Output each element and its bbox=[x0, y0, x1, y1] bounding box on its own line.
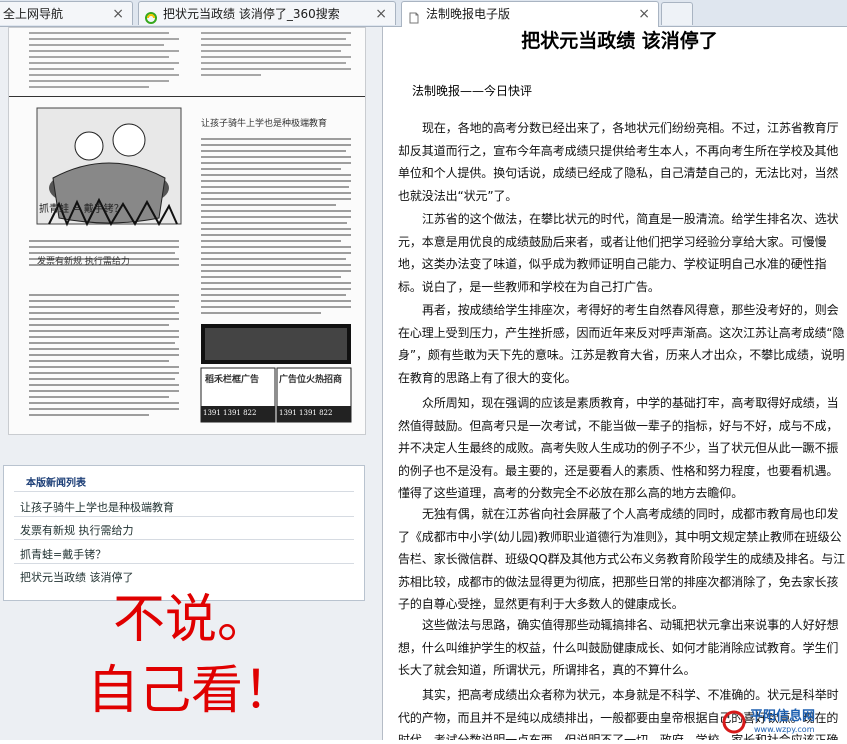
article-paragraph: 无独有偶，就在江苏省向社会屏蔽了个人高考成绩的同时，成都市教育局也印发了《成都市… bbox=[398, 507, 846, 611]
news-list-item[interactable]: 把状元当政绩 该消停了 bbox=[20, 569, 134, 585]
360-search-icon bbox=[145, 8, 157, 24]
overlay-text-line1: 不说。 bbox=[112, 590, 269, 650]
article-title: 把状元当政绩 该消停了 bbox=[521, 30, 718, 52]
divider bbox=[14, 516, 354, 517]
new-tab-button[interactable] bbox=[661, 2, 693, 25]
close-icon[interactable]: × bbox=[375, 2, 387, 25]
tab-navigation[interactable]: 全上网导航 × bbox=[0, 1, 133, 25]
tab-label: 全上网导航 bbox=[3, 7, 64, 21]
page-icon bbox=[408, 8, 420, 24]
watermark-url: www.wzpy.com bbox=[754, 725, 815, 734]
ad-phone-2: 1391 1391 822 bbox=[279, 409, 333, 417]
news-list-item[interactable]: 发票有新规 执行需给力 bbox=[20, 522, 134, 538]
news-list-item[interactable]: 抓青蛙=戴手铐？ bbox=[20, 546, 106, 562]
article-paragraph: 再者，按成绩给学生排座次，考得好的考生自然春风得意，那些没考好的，则会在心理上受… bbox=[398, 303, 845, 385]
tab-fazhi-wanbao[interactable]: 法制晚报电子版 × bbox=[401, 1, 659, 27]
watermark-text: 平阳信息网 bbox=[750, 708, 815, 724]
article-paragraph: 江苏省的这个做法，在攀比状元的时代，简直是一股清流。给学生排名次、选状元，本意是… bbox=[398, 212, 839, 294]
article-source: 法制晚报——今日快评 bbox=[412, 84, 533, 98]
ad-banner-1: 稻禾栏框广告 bbox=[205, 375, 260, 385]
headline-mid: 发票有新规 执行需给力 bbox=[37, 257, 130, 267]
site-watermark: 平阳信息网 www.wzpy.com bbox=[720, 700, 847, 740]
tab-label: 把状元当政绩 该消停了_360搜索 bbox=[163, 7, 340, 21]
caption-frog: 抓青蛙 = 戴手铐？ bbox=[39, 204, 124, 215]
ad-banner-2: 广告位火热招商 bbox=[279, 375, 343, 385]
news-list-title: 本版新闻列表 bbox=[26, 478, 86, 489]
close-icon[interactable]: × bbox=[112, 2, 124, 25]
tab-360-search[interactable]: 把状元当政绩 该消停了_360搜索 × bbox=[138, 1, 396, 25]
ad-phone-1: 1391 1391 822 bbox=[203, 409, 257, 417]
browser-tab-bar: 全上网导航 × 把状元当政绩 该消停了_360搜索 × 法制晚报电子版 × bbox=[0, 0, 847, 27]
article-paragraph: 这些做法与思路，确实值得那些动辄搞排名、动辄把状元拿出来说事的人好好想想，什么叫… bbox=[398, 618, 839, 677]
news-list-panel: 本版新闻列表 让孩子骑牛上学也是种极端教育 发票有新规 执行需给力 抓青蛙=戴手… bbox=[3, 465, 365, 601]
newspaper-page-thumbnail[interactable]: 让孩子骑牛上学也是种极端教育 抓青蛙 = 戴手铐？ 发票有新规 执行需给力 稻禾… bbox=[8, 27, 366, 435]
news-list-item[interactable]: 让孩子骑牛上学也是种极端教育 bbox=[20, 499, 174, 515]
divider bbox=[14, 491, 354, 492]
article-paragraph: 众所周知，现在强调的应该是素质教育，中学的基础打牢，高考取得好成绩，当然值得鼓励… bbox=[398, 396, 839, 500]
headline-top: 让孩子骑牛上学也是种极端教育 bbox=[201, 119, 328, 129]
divider bbox=[14, 563, 354, 564]
divider bbox=[14, 539, 354, 540]
article-paragraph: 现在，各地的高考分数已经出来了，各地状元们纷纷亮相。不过，江苏省教育厅却反其道而… bbox=[398, 121, 839, 203]
newspaper-page-pane: 让孩子骑牛上学也是种极端教育 抓青蛙 = 戴手铐？ 发票有新规 执行需给力 稻禾… bbox=[0, 27, 383, 740]
tab-label: 法制晚报电子版 bbox=[426, 7, 511, 21]
overlay-text-line2: 自己看！ bbox=[86, 661, 295, 721]
article-content: 把状元当政绩 该消停了 法制晚报——今日快评 现在，各地的高考分数已经出来了，各… bbox=[392, 26, 847, 740]
close-icon[interactable]: × bbox=[638, 2, 650, 26]
